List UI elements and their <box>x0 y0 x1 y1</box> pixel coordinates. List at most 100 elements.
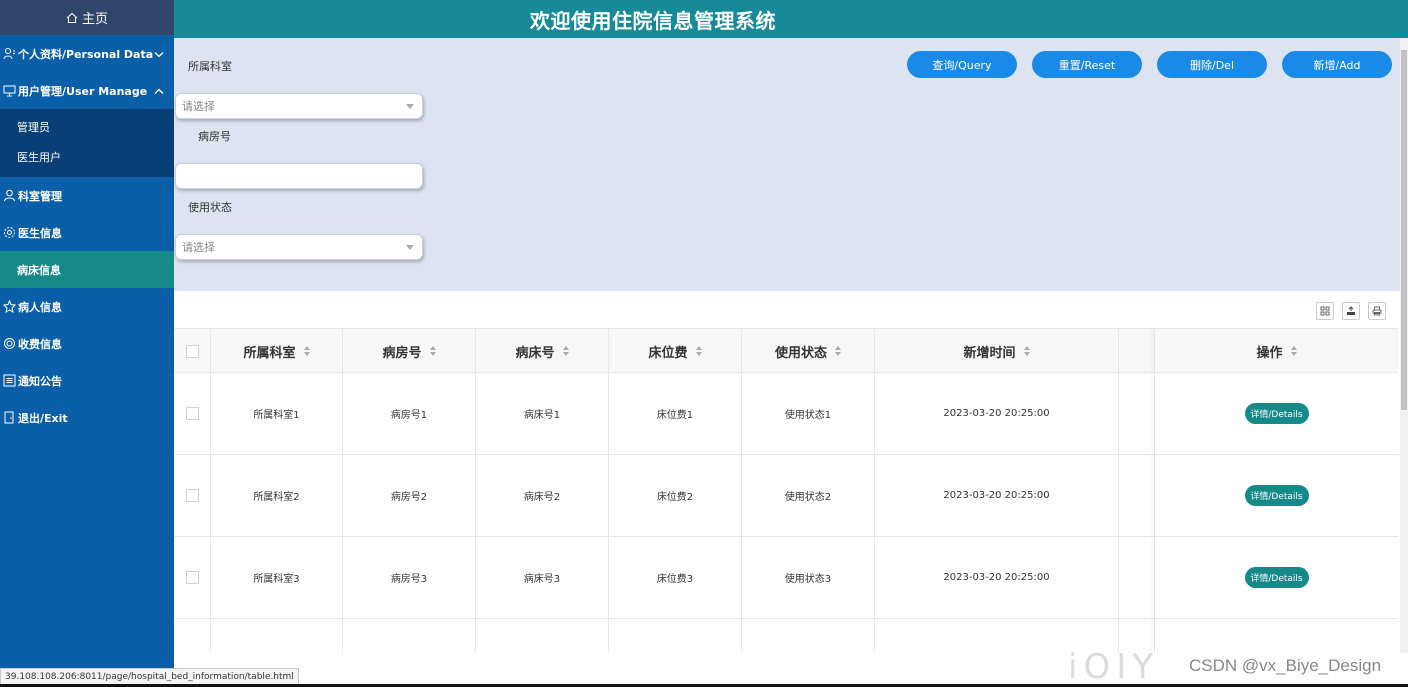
col-header-status[interactable]: 使用状态 <box>742 329 875 373</box>
cell-action: 详情/Details <box>1155 455 1398 536</box>
cell-status: 使用状态3 <box>742 537 875 618</box>
sidebar-item-label: 个人资料/Personal Data <box>18 47 154 61</box>
home-link[interactable]: 主页 <box>0 0 174 35</box>
dept-label: 所属科室 <box>188 60 232 73</box>
sidebar-item-notice[interactable]: 通知公告 <box>0 362 174 399</box>
sidebar-item-label: 医生信息 <box>18 226 62 240</box>
cell-time: 2023-03-20 20:25:00 <box>875 537 1119 618</box>
cell-fee: 床位费2 <box>609 455 742 536</box>
cell-fee <box>609 619 742 653</box>
row-select-cell <box>174 537 211 618</box>
print-icon[interactable] <box>1368 302 1386 320</box>
sidebar-subitem-doctor-user[interactable]: 医生用户 <box>0 143 174 173</box>
col-header-label: 床位费 <box>648 345 688 361</box>
sort-icon[interactable] <box>1023 346 1030 356</box>
sort-icon[interactable] <box>562 346 569 356</box>
cell-room: 病房号1 <box>343 373 476 454</box>
list-icon <box>2 374 16 388</box>
col-header-label: 所属科室 <box>243 345 296 361</box>
cell-status: 使用状态1 <box>742 373 875 454</box>
target-icon <box>2 337 16 351</box>
col-header-label: 使用状态 <box>774 345 827 361</box>
sidebar-item-user-manage[interactable]: 用户管理/User Manage <box>0 72 174 109</box>
cell-dept: 所属科室2 <box>211 455 343 536</box>
sidebar-subitem-admin[interactable]: 管理员 <box>0 113 174 143</box>
row-checkbox[interactable] <box>185 407 199 420</box>
status-select-value: 请选择 <box>182 241 215 254</box>
cell-spacer <box>1119 373 1155 454</box>
col-header-dept[interactable]: 所属科室 <box>211 329 343 373</box>
cell-spacer <box>1119 455 1155 536</box>
select-all-checkbox[interactable] <box>185 344 199 358</box>
row-checkbox[interactable] <box>185 571 199 584</box>
col-header-label: 操作 <box>1256 345 1283 361</box>
columns-icon[interactable] <box>1316 302 1334 320</box>
cell-action: 详情/Details <box>1155 537 1398 618</box>
details-button[interactable]: 详情/Details <box>1244 485 1309 506</box>
col-header-bed[interactable]: 病床号 <box>476 329 609 373</box>
cell-action: 详情/Details <box>1155 373 1398 454</box>
cell-time: 2023-03-20 20:25:00 <box>875 455 1119 536</box>
sidebar-item-personal-data[interactable]: 个人资料/Personal Data <box>0 35 174 72</box>
add-button[interactable]: 新增/Add <box>1282 51 1392 78</box>
user-manage-submenu: 管理员 医生用户 <box>0 109 174 177</box>
top-header: 欢迎使用住院信息管理系统 <box>174 0 1408 38</box>
sidebar-item-doctor[interactable]: 医生信息 <box>0 214 174 251</box>
page-title: 欢迎使用住院信息管理系统 <box>530 9 776 33</box>
delete-button[interactable]: 删除/Del <box>1157 51 1267 78</box>
table-row: 所属科室2 病房号2 病床号2 床位费2 使用状态2 2023-03-20 20… <box>174 455 1398 537</box>
scrollbar-thumb[interactable] <box>1401 50 1407 410</box>
gear-icon <box>2 226 16 240</box>
details-button[interactable]: 详情/Details <box>1244 403 1309 424</box>
status-label: 使用状态 <box>188 201 232 214</box>
sidebar-item-exit[interactable]: 退出/Exit <box>0 399 174 436</box>
row-select-cell <box>174 373 211 454</box>
sort-icon[interactable] <box>1290 346 1297 356</box>
dept-select[interactable]: 请选择 <box>175 93 423 119</box>
room-input[interactable] <box>175 163 423 189</box>
user-icon <box>2 189 16 203</box>
query-button[interactable]: 查询/Query <box>907 51 1017 78</box>
home-label: 主页 <box>81 12 108 27</box>
chevron-up-icon <box>154 84 164 97</box>
sidebar-item-charges[interactable]: 收费信息 <box>0 325 174 362</box>
export-icon[interactable] <box>1342 302 1360 320</box>
vertical-scrollbar[interactable] <box>1400 38 1408 653</box>
row-select-cell <box>174 619 211 653</box>
sidebar-item-label: 收费信息 <box>18 337 62 351</box>
cell-bed: 病床号1 <box>476 373 609 454</box>
cell-bed: 病床号3 <box>476 537 609 618</box>
sidebar-item-label: 病床信息 <box>17 263 61 277</box>
sidebar-item-label: 用户管理/User Manage <box>18 84 148 98</box>
col-header-label: 新增时间 <box>963 345 1016 361</box>
col-header-room[interactable]: 病房号 <box>343 329 476 373</box>
table-row: 所属科室1 病房号1 病床号1 床位费1 使用状态1 2023-03-20 20… <box>174 373 1398 455</box>
row-select-cell <box>174 455 211 536</box>
status-select[interactable]: 请选择 <box>175 234 423 260</box>
reset-button[interactable]: 重置/Reset <box>1032 51 1142 78</box>
col-header-fee[interactable]: 床位费 <box>609 329 742 373</box>
sort-icon[interactable] <box>303 346 310 356</box>
sort-icon[interactable] <box>695 346 702 356</box>
sidebar-item-bed-info[interactable]: 病床信息 <box>0 251 174 288</box>
sidebar-item-department[interactable]: 科室管理 <box>0 177 174 214</box>
chevron-down-icon <box>406 245 414 250</box>
sidebar-item-patient[interactable]: 病人信息 <box>0 288 174 325</box>
sidebar-item-label: 病人信息 <box>18 300 62 314</box>
col-header-label: 病房号 <box>382 345 422 361</box>
table-row-partial <box>174 619 1398 653</box>
table-row: 所属科室3 病房号3 病床号3 床位费3 使用状态3 2023-03-20 20… <box>174 537 1398 619</box>
sort-icon[interactable] <box>835 346 841 356</box>
details-button[interactable]: 详情/Details <box>1244 567 1309 588</box>
row-checkbox[interactable] <box>185 489 199 502</box>
dept-select-value: 请选择 <box>182 100 215 113</box>
sort-icon[interactable] <box>429 346 436 356</box>
cell-bed <box>476 619 609 653</box>
cell-dept: 所属科室1 <box>211 373 343 454</box>
col-header-label: 病床号 <box>515 345 555 361</box>
col-header-time[interactable]: 新增时间 <box>875 329 1119 373</box>
person-card-icon <box>2 47 16 61</box>
col-header-action[interactable]: 操作 <box>1155 329 1398 373</box>
cell-room: 病房号2 <box>343 455 476 536</box>
bed-table: 所属科室 病房号 病床号 床位费 使用状态 新增时间 操作 所属科室1 病房号1… <box>174 328 1398 653</box>
